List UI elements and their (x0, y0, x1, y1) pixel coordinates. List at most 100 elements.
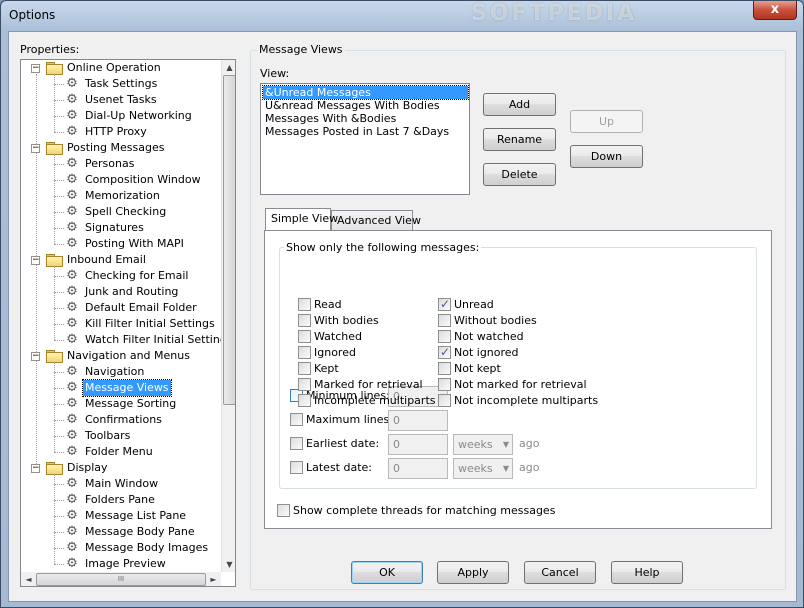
tree-item-node[interactable]: ⚙ HTTP Proxy (21, 124, 221, 140)
scroll-right-arrow-icon[interactable]: ► (206, 572, 221, 586)
gear-icon: ⚙ (66, 300, 78, 315)
tree-item-node[interactable]: ⚙ Watch Filter Initial Settings (21, 332, 221, 348)
tree-item-node[interactable]: ⚙ Folder Menu (21, 444, 221, 460)
tree-item-node[interactable]: ⚙ Message Sorting (21, 396, 221, 412)
tree-connector (54, 228, 64, 229)
tree-item-node[interactable]: ⚙ Message Views (21, 379, 221, 397)
tree-item-node[interactable]: ⚙ Personas (21, 156, 221, 172)
tree-connector (54, 420, 64, 421)
filter-checkbox[interactable] (438, 378, 451, 391)
tree-item-node[interactable]: ⚙ Image Preview (21, 556, 221, 572)
tree-horizontal-scroll-thumb[interactable]: III (36, 573, 206, 586)
earliest-date-input[interactable]: 0 (388, 434, 448, 455)
tree-item-node[interactable]: ⚙ Signatures (21, 220, 221, 236)
delete-button[interactable]: Delete (483, 163, 556, 186)
tree-connector (54, 388, 64, 389)
latest-date-input[interactable]: 0 (388, 458, 448, 479)
properties-tree[interactable]: − Online Operation ⚙ Task Settings ⚙ Usenet T… (20, 59, 236, 587)
tree-item-node[interactable]: ⚙ Composition Window (21, 172, 221, 188)
filter-checkbox[interactable] (438, 394, 451, 407)
collapse-icon[interactable]: − (31, 64, 40, 73)
tree-node-label: Message Sorting (85, 397, 177, 410)
add-button[interactable]: Add (483, 93, 556, 116)
tree-item-node[interactable]: ⚙ Navigation (21, 364, 221, 380)
tree-folder-node[interactable]: − Navigation and Menus (21, 348, 221, 364)
filter-checkbox[interactable] (298, 298, 311, 311)
filter-checkbox[interactable] (298, 314, 311, 327)
close-button[interactable]: x (753, 1, 797, 20)
maximum-lines-input[interactable]: 0 (388, 410, 448, 431)
view-list-item[interactable]: Messages With &Bodies (263, 112, 398, 125)
folder-icon (46, 142, 63, 155)
tree-item-node[interactable]: ⚙ Kill Filter Initial Settings (21, 316, 221, 332)
filter-checkbox[interactable] (298, 330, 311, 343)
scroll-left-arrow-icon[interactable]: ◄ (21, 572, 36, 586)
apply-button[interactable]: Apply (437, 561, 509, 584)
tree-item-node[interactable]: ⚙ Confirmations (21, 412, 221, 428)
scroll-down-arrow-icon[interactable]: ▼ (222, 557, 235, 572)
collapse-icon[interactable]: − (31, 464, 40, 473)
tree-item-node[interactable]: ⚙ Message Body Images (21, 540, 221, 556)
filter-checkbox[interactable] (298, 346, 311, 359)
tree-node-label: Navigation (85, 365, 145, 378)
tree-item-node[interactable]: ⚙ Memorization (21, 188, 221, 204)
tree-horizontal-scrollbar[interactable]: ◄ III ► (21, 572, 221, 586)
tree-item-node[interactable]: ⚙ Task Settings (21, 76, 221, 92)
show-complete-threads-checkbox[interactable] (277, 504, 290, 517)
tree-item-node[interactable]: ⚙ Dial-Up Networking (21, 108, 221, 124)
help-button[interactable]: Help (611, 561, 683, 584)
scroll-up-arrow-icon[interactable]: ▲ (222, 60, 235, 75)
latest-date-unit-dropdown[interactable]: weeks ▼ (453, 458, 513, 479)
view-list-item[interactable]: U&nread Messages With Bodies (263, 99, 442, 112)
tree-folder-node[interactable]: − Online Operation (21, 60, 221, 76)
tree-vertical-scroll-thumb[interactable] (223, 75, 235, 405)
tree-node-label: Signatures (85, 221, 144, 234)
tab-advanced-view[interactable]: Advanced View (331, 210, 421, 230)
filter-checkbox[interactable] (298, 394, 311, 407)
filter-checkbox[interactable] (438, 344, 451, 360)
filter-checkbox-label: Not ignored (454, 346, 519, 359)
earliest-date-unit-dropdown[interactable]: weeks ▼ (453, 434, 513, 455)
filter-checkbox[interactable] (298, 378, 311, 391)
cancel-button[interactable]: Cancel (524, 561, 596, 584)
collapse-icon[interactable]: − (31, 256, 40, 265)
latest-date-checkbox[interactable] (290, 461, 303, 474)
rename-button[interactable]: Rename (483, 128, 556, 151)
tree-folder-node[interactable]: − Inbound Email (21, 252, 221, 268)
filter-checkbox[interactable] (438, 330, 451, 343)
filter-checkbox[interactable] (298, 362, 311, 375)
tree-item-node[interactable]: ⚙ Posting With MAPI (21, 236, 221, 252)
gear-icon: ⚙ (66, 188, 78, 203)
tree-item-node[interactable]: ⚙ Message Body Pane (21, 524, 221, 540)
views-listbox[interactable]: &Unread Messages U&nread Messages With B… (260, 83, 470, 195)
view-list-item[interactable]: Messages Posted in Last 7 &Days (263, 125, 451, 138)
tree-folder-node[interactable]: − Posting Messages (21, 140, 221, 156)
filter-checkbox[interactable] (438, 296, 451, 312)
tree-item-node[interactable]: ⚙ Checking for Email (21, 268, 221, 284)
tree-item-node[interactable]: ⚙ Usenet Tasks (21, 92, 221, 108)
tree-folder-node[interactable]: − Display (21, 460, 221, 476)
tree-item-node[interactable]: ⚙ Spell Checking (21, 204, 221, 220)
earliest-date-checkbox[interactable] (290, 437, 303, 450)
tree-item-node[interactable]: ⚙ Main Window (21, 476, 221, 492)
tab-simple-view[interactable]: Simple View (265, 208, 338, 230)
tree-item-node[interactable]: ⚙ Default Email Folder (21, 300, 221, 316)
tree-connector (54, 324, 64, 325)
up-button[interactable]: Up (570, 110, 643, 133)
view-list-item[interactable]: &Unread Messages (262, 85, 469, 100)
tree-item-node[interactable]: ⚙ Toolbars (21, 428, 221, 444)
ok-button[interactable]: OK (351, 561, 423, 584)
filter-checkbox[interactable] (438, 314, 451, 327)
title-bar[interactable]: Options SOFTPEDIA x (1, 1, 803, 31)
collapse-icon[interactable]: − (31, 144, 40, 153)
filter-checkbox[interactable] (438, 362, 451, 375)
tree-connector (54, 276, 64, 277)
maximum-lines-checkbox[interactable] (290, 413, 303, 426)
collapse-icon[interactable]: − (31, 352, 40, 361)
tree-item-node[interactable]: ⚙ Folders Pane (21, 492, 221, 508)
tree-vertical-scrollbar[interactable]: ▲ ▼ (221, 60, 235, 572)
tree-item-node[interactable]: ⚙ Junk and Routing (21, 284, 221, 300)
tree-node-label: Toolbars (85, 429, 131, 442)
tree-item-node[interactable]: ⚙ Message List Pane (21, 508, 221, 524)
down-button[interactable]: Down (570, 145, 643, 168)
